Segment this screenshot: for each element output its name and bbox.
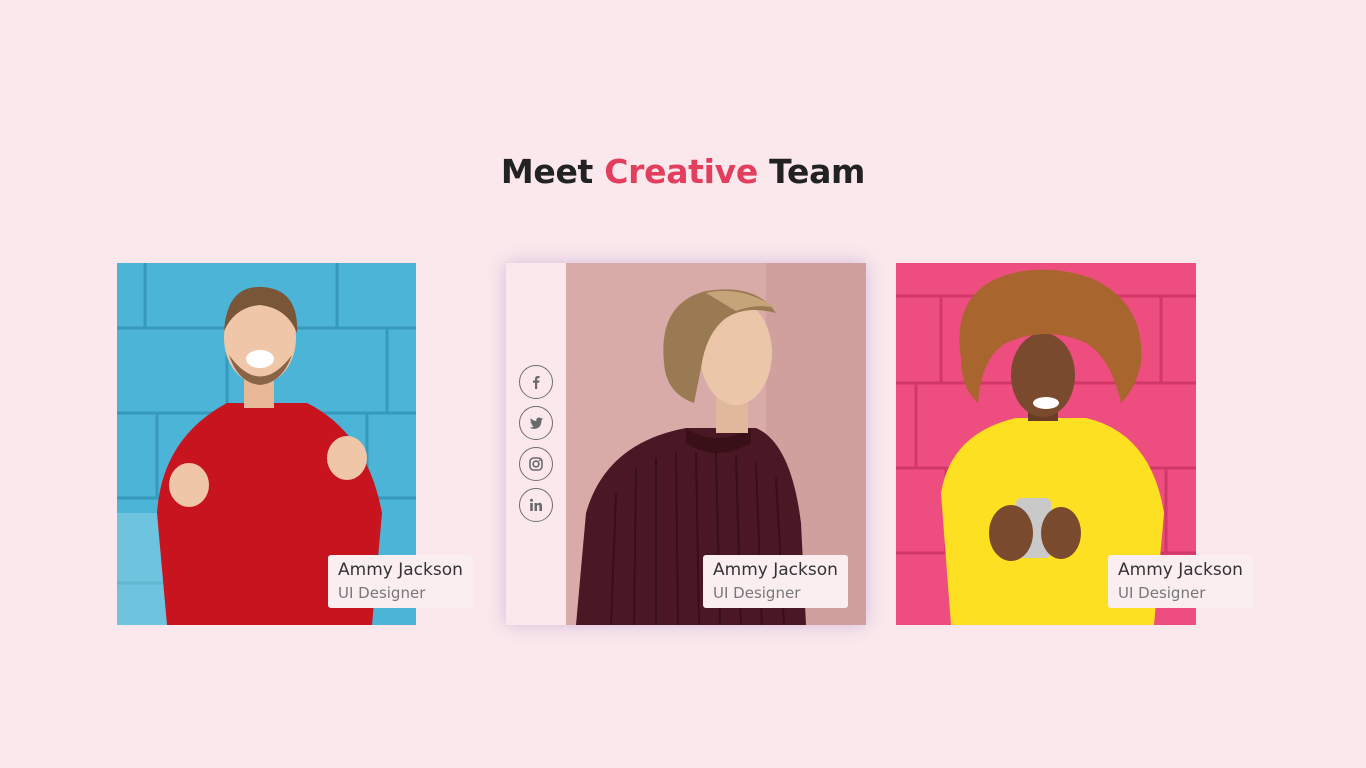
instagram-icon[interactable] [519, 447, 553, 481]
member-name: Ammy Jackson [1118, 560, 1243, 580]
team-card-2[interactable]: Ammy Jackson UI Designer [506, 263, 866, 625]
member-role: UI Designer [338, 584, 426, 602]
twitter-icon[interactable] [519, 406, 553, 440]
social-links [519, 365, 553, 529]
member-info: Ammy Jackson UI Designer [1108, 555, 1253, 608]
member-role: UI Designer [713, 584, 801, 602]
member-name: Ammy Jackson [713, 560, 838, 580]
title-word-creative: Creative [604, 152, 758, 191]
team-card-1[interactable]: Ammy Jackson UI Designer [117, 263, 473, 625]
team-card-3[interactable]: Ammy Jackson UI Designer [896, 263, 1253, 625]
member-role: UI Designer [1118, 584, 1206, 602]
section-title: Meet Creative Team [0, 152, 1366, 191]
linkedin-icon[interactable] [519, 488, 553, 522]
facebook-icon[interactable] [519, 365, 553, 399]
title-word-meet: Meet [500, 152, 594, 191]
member-info: Ammy Jackson UI Designer [703, 555, 848, 608]
member-name: Ammy Jackson [338, 560, 463, 580]
member-info: Ammy Jackson UI Designer [328, 555, 473, 608]
title-word-team: Team [769, 152, 866, 191]
